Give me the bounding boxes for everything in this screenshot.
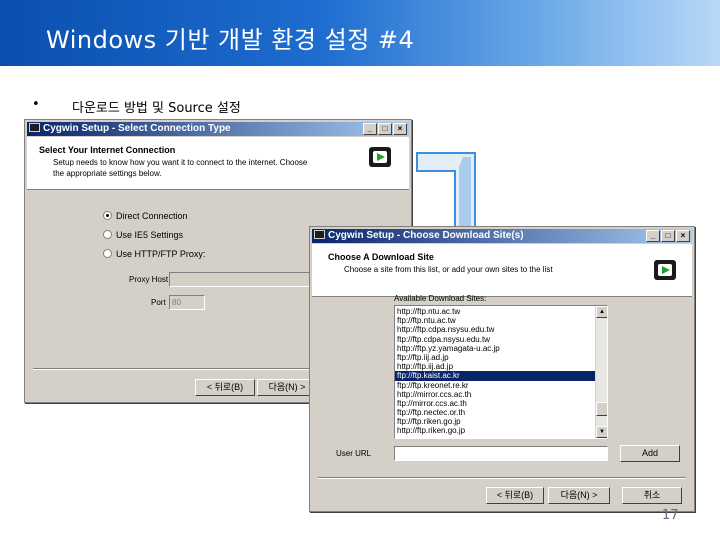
site-list-item[interactable]: ftp://ftp.nectec.or.th <box>395 408 595 417</box>
radio-selected-icon <box>103 211 112 220</box>
site-list-item[interactable]: ftp://ftp.ntu.ac.tw <box>395 316 595 325</box>
list-scrollbar[interactable]: ▲ ▼ <box>595 306 607 438</box>
site-list-item[interactable]: ftp://mirror.ccs.ac.th <box>395 399 595 408</box>
scroll-thumb[interactable] <box>596 402 607 416</box>
wizard-header: Select Your Internet Connection Setup ne… <box>27 137 409 190</box>
next-button[interactable]: 다음(N) > <box>548 487 610 504</box>
window-title: Cygwin Setup - Choose Download Site(s) <box>328 230 524 241</box>
cygwin-app-icon <box>29 123 40 132</box>
header-description: Choose a site from this list, or add you… <box>344 265 553 274</box>
minimize-icon[interactable]: _ <box>363 123 377 135</box>
download-site-window: Cygwin Setup - Choose Download Site(s) _… <box>309 226 695 512</box>
maximize-icon[interactable]: □ <box>661 230 675 242</box>
port-label: Port <box>151 298 166 307</box>
port-input[interactable]: 80 <box>169 295 205 310</box>
radio-icon <box>103 249 112 258</box>
add-site-button[interactable]: Add <box>620 445 680 462</box>
site-list-item[interactable]: http://ftp.riken.go.jp <box>395 426 595 435</box>
scroll-up-icon[interactable]: ▲ <box>596 306 607 318</box>
cygwin-logo-icon <box>654 260 676 280</box>
download-sites-list[interactable]: http://ftp.ntu.ac.tw ftp://ftp.ntu.ac.tw h… <box>394 305 608 439</box>
available-sites-label: Available Download Sites: <box>394 294 487 303</box>
proxy-host-label: Proxy Host <box>129 275 169 284</box>
site-list-item[interactable]: ftp://ftp.kreonet.re.kr <box>395 381 595 390</box>
site-list-item[interactable]: ftp://ftp.cdpa.nsysu.edu.tw <box>395 335 595 344</box>
site-items: http://ftp.ntu.ac.tw ftp://ftp.ntu.ac.tw h… <box>395 307 595 436</box>
page-number: 17 <box>662 508 679 523</box>
next-button[interactable]: 다음(N) > <box>257 379 317 396</box>
header-title: Choose A Download Site <box>328 252 434 262</box>
header-title: Select Your Internet Connection <box>39 145 176 155</box>
back-button[interactable]: < 뒤로(B) <box>486 487 544 504</box>
window-title: Cygwin Setup - Select Connection Type <box>43 123 231 134</box>
site-list-item[interactable]: http://ftp.iij.ad.jp <box>395 362 595 371</box>
site-list-item[interactable]: http://ftp.cdpa.nsysu.edu.tw <box>395 325 595 334</box>
cygwin-logo-icon <box>369 147 391 167</box>
site-list-item[interactable]: ftp://ftp.riken.go.jp <box>395 417 595 426</box>
minimize-icon[interactable]: _ <box>646 230 660 242</box>
radio-ie5-settings[interactable]: Use IE5 Settings <box>103 230 183 240</box>
button-separator <box>318 477 686 479</box>
slide-title: Windows 기반 개발 환경 설정 #4 <box>46 26 415 54</box>
radio-http-ftp-proxy[interactable]: Use HTTP/FTP Proxy: <box>103 249 205 259</box>
user-url-input[interactable] <box>394 446 608 461</box>
bullet-marker: • <box>32 97 40 112</box>
bullet-text: 다운로드 방법 및 Source 설정 <box>72 101 241 116</box>
back-button[interactable]: < 뒤로(B) <box>195 379 255 396</box>
window-title-bar[interactable]: Cygwin Setup - Select Connection Type _ □… <box>27 122 409 136</box>
close-icon[interactable]: × <box>676 230 690 242</box>
radio-direct-connection[interactable]: Direct Connection <box>103 211 188 221</box>
radio-icon <box>103 230 112 239</box>
cygwin-app-icon <box>314 230 325 239</box>
slide-title-bar: Windows 기반 개발 환경 설정 #4 <box>0 0 720 66</box>
scroll-down-icon[interactable]: ▼ <box>596 426 607 438</box>
window-title-bar[interactable]: Cygwin Setup - Choose Download Site(s) _… <box>312 229 692 243</box>
user-url-label: User URL <box>336 449 372 458</box>
header-description: Setup needs to know how you want it to c… <box>53 158 308 178</box>
site-list-item[interactable]: http://ftp.ntu.ac.tw <box>395 307 595 316</box>
site-list-item[interactable]: ftp://ftp.kaist.ac.kr <box>395 371 595 381</box>
close-icon[interactable]: × <box>393 123 407 135</box>
cancel-button[interactable]: 취소 <box>622 487 682 504</box>
wizard-header: Choose A Download Site Choose a site fro… <box>312 244 692 297</box>
site-list-item[interactable]: ftp://ftp.iij.ad.jp <box>395 353 595 362</box>
site-list-item[interactable]: http://ftp.yz.yamagata-u.ac.jp <box>395 344 595 353</box>
maximize-icon[interactable]: □ <box>378 123 392 135</box>
site-list-item[interactable]: http://mirror.ccs.ac.th <box>395 390 595 399</box>
